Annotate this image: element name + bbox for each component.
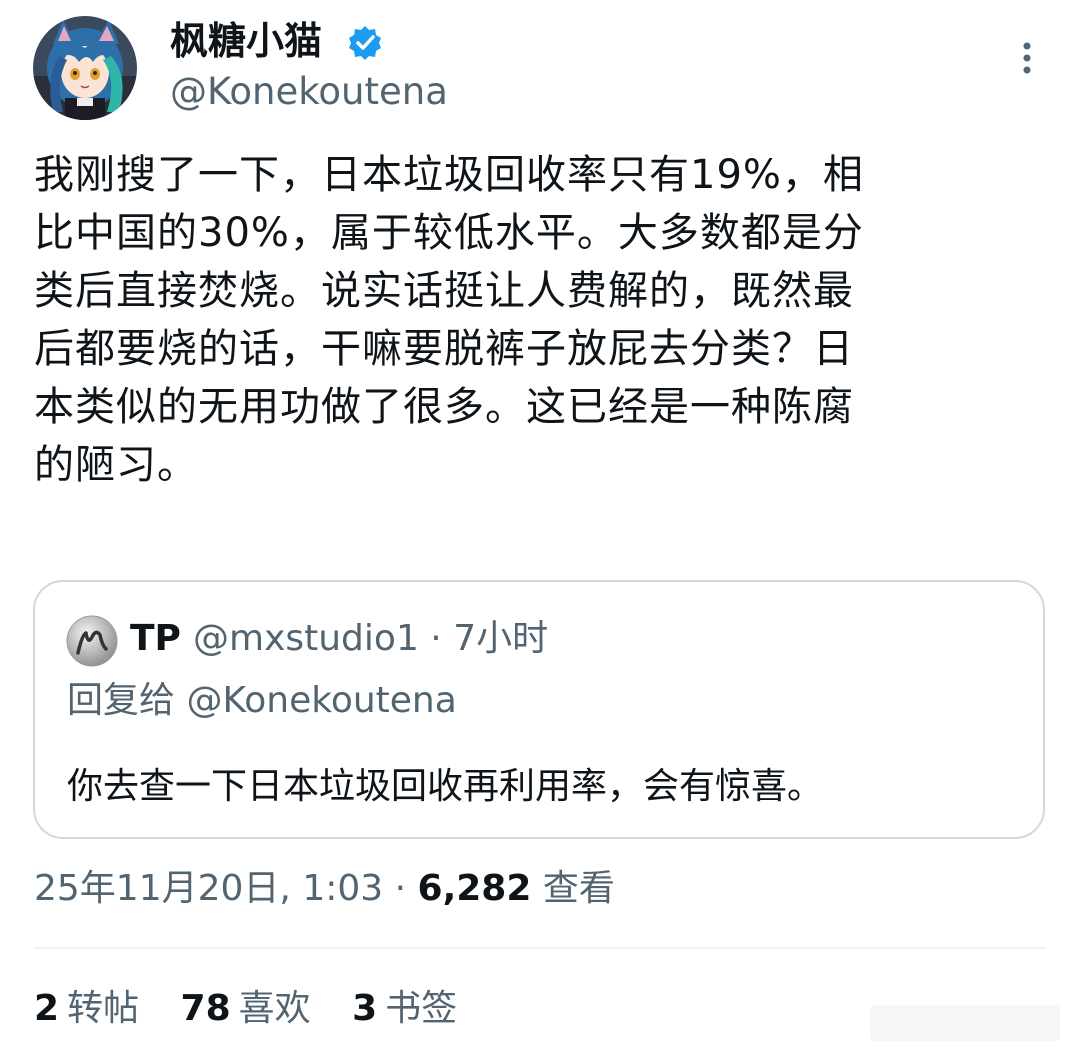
likes-stat[interactable]: 78 喜欢 (181, 986, 311, 1032)
divider (34, 947, 1046, 949)
bookmarks-stat[interactable]: 3 书签 (352, 986, 457, 1032)
author-display-name[interactable]: 枫糖小猫 (170, 18, 322, 64)
avatar[interactable] (33, 16, 137, 120)
quoted-tweet-card[interactable]: TP @mxstudio1 · 7小时 回复给 @Konekoutena 你去查… (33, 580, 1045, 839)
watermark-area (870, 1005, 1060, 1041)
bookmarks-count: 3 (352, 988, 378, 1029)
tweet-timestamp[interactable]: 25年11月20日, 1:03 (34, 868, 383, 909)
views-count: 6,282 (417, 868, 532, 909)
timestamp-row: 25年11月20日, 1:03 · 6,282 查看 (34, 866, 615, 912)
likes-label: 喜欢 (238, 988, 311, 1029)
retweets-count: 2 (34, 988, 60, 1029)
retweets-label: 转帖 (67, 988, 140, 1029)
quote-author-handle[interactable]: @mxstudio1 (193, 618, 419, 659)
verified-badge-icon (349, 26, 381, 60)
bookmarks-label: 书签 (385, 988, 458, 1029)
quote-author-name[interactable]: TP (130, 616, 181, 662)
engagement-stats: 2 转帖 78 喜欢 3 书签 (34, 986, 487, 1032)
quote-separator: · (430, 618, 442, 659)
author-handle[interactable]: @Konekoutena (170, 70, 448, 114)
tweet-text: 我刚搜了一下，日本垃圾回收率只有19%，相 比中国的30%，属于较低水平。大多数… (34, 152, 864, 488)
views-label: 查看 (542, 868, 615, 909)
retweets-stat[interactable]: 2 转帖 (34, 986, 139, 1032)
quote-text: 你去查一下日本垃圾回收再利用率，会有惊喜。 (67, 766, 824, 807)
likes-count: 78 (180, 988, 231, 1029)
timestamp-separator: · (394, 868, 407, 909)
quote-time[interactable]: 7小时 (453, 618, 548, 659)
anime-catgirl-avatar-icon (33, 16, 137, 120)
quote-meta: @mxstudio1 · 7小时 (193, 616, 548, 662)
more-options-icon[interactable] (1010, 40, 1044, 76)
quote-author-avatar[interactable] (66, 615, 118, 667)
quote-reply-to[interactable]: 回复给 @Konekoutena (67, 678, 457, 724)
